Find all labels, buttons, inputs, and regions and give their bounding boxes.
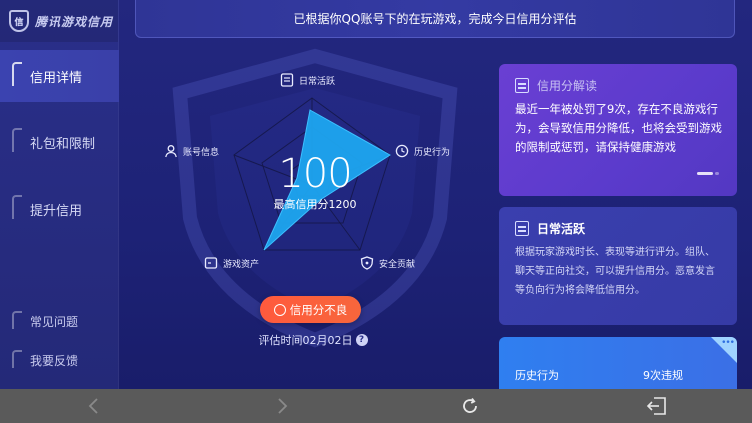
- sad-face-icon: [273, 303, 286, 316]
- bracket-icon: [12, 195, 22, 219]
- sidebar: 信 腾讯游戏信用 信用详情 礼包和限制 提升信用 常见问题 我要反馈: [0, 0, 119, 389]
- brand: 信 腾讯游戏信用: [0, 0, 118, 42]
- wallet-icon: [204, 257, 218, 269]
- sidebar-item-label: 信用详情: [30, 70, 83, 86]
- system-navigation-bar: [0, 389, 752, 423]
- sidebar-item-credit-details[interactable]: 信用详情: [0, 50, 119, 102]
- radar-label-daily-activity: 日常活跃: [280, 73, 335, 87]
- history-label: 历史行为: [515, 369, 559, 382]
- status-badge: 信用分不良: [260, 296, 361, 323]
- sidebar-item-label: 提升信用: [30, 203, 83, 219]
- carousel-dot-active: [697, 172, 713, 175]
- card-body: 根据玩家游戏时长、表现等进行评分。组队、聊天等正向社交，可以提升信用分。恶意发言…: [515, 247, 715, 296]
- sidebar-item-feedback[interactable]: 我要反馈: [0, 345, 119, 375]
- carousel-indicator: [697, 172, 719, 175]
- evaluation-time-text: 评估时间02月02日: [258, 334, 353, 347]
- bracket-icon: [12, 311, 22, 329]
- shield-icon: [360, 256, 374, 270]
- bracket-icon: [12, 350, 22, 368]
- exit-button[interactable]: [637, 389, 677, 423]
- radar-label-history: 历史行为: [395, 144, 450, 158]
- clock-icon: [395, 144, 409, 158]
- sidebar-item-faq[interactable]: 常见问题: [0, 306, 119, 336]
- forward-button[interactable]: [262, 389, 302, 423]
- app-window: 信 腾讯游戏信用 信用详情 礼包和限制 提升信用 常见问题 我要反馈 已根据你Q…: [0, 0, 752, 389]
- sidebar-item-improve-credit[interactable]: 提升信用: [0, 183, 119, 235]
- refresh-button[interactable]: [450, 389, 490, 423]
- credit-score-value: 100: [278, 151, 352, 197]
- brand-name: 腾讯游戏信用: [35, 14, 114, 29]
- back-button[interactable]: [74, 389, 114, 423]
- card-body: 最近一年被处罚了9次，存在不良游戏行为，会导致信用分降低，也将会受到游戏的限制或…: [515, 102, 722, 154]
- card-title: 信用分解读: [537, 79, 598, 93]
- credit-interpretation-card[interactable]: 信用分解读 最近一年被处罚了9次，存在不良游戏行为，会导致信用分降低，也将会受到…: [499, 64, 737, 196]
- card-title: 日常活跃: [537, 222, 586, 236]
- status-badge-label: 信用分不良: [289, 302, 348, 317]
- doc-icon: [515, 78, 529, 93]
- user-icon: [165, 145, 177, 158]
- help-icon[interactable]: ?: [355, 334, 368, 346]
- sidebar-item-gifts-limits[interactable]: 礼包和限制: [0, 116, 119, 168]
- doc-icon: [280, 73, 294, 87]
- exit-icon: [646, 397, 666, 415]
- back-arrow-icon: [88, 398, 98, 414]
- carousel-dot: [715, 172, 719, 175]
- doc-icon: [515, 221, 529, 236]
- evaluation-time: 评估时间02月02日 ?: [248, 332, 378, 348]
- banner-text: 已根据你QQ账号下的在玩游戏，完成今日信用分评估: [293, 12, 577, 26]
- credit-score-max: 最高信用分1200: [273, 198, 357, 211]
- radar-axis-label: 游戏资产: [223, 259, 260, 270]
- radar-label-account: 账号信息: [164, 144, 219, 158]
- history-value: 9次违规: [643, 369, 683, 382]
- sidebar-item-label: 常见问题: [30, 314, 79, 329]
- radar-axis-label: 日常活跃: [299, 76, 336, 87]
- assessment-banner: 已根据你QQ账号下的在玩游戏，完成今日信用分评估: [135, 0, 735, 38]
- brand-logo-icon: 信: [9, 10, 29, 32]
- daily-activity-card[interactable]: 日常活跃 根据玩家游戏时长、表现等进行评分。组队、聊天等正向社交，可以提升信用分…: [499, 207, 737, 325]
- radar-label-assets: 游戏资产: [204, 256, 259, 270]
- refresh-icon: [463, 397, 477, 413]
- sidebar-item-label: 礼包和限制: [30, 136, 96, 152]
- radar-axis-label: 安全贡献: [379, 259, 416, 270]
- radar-axis-label: 历史行为: [414, 147, 451, 158]
- radar-label-safety: 安全贡献: [360, 256, 415, 270]
- bracket-icon: [12, 62, 22, 86]
- sidebar-item-label: 我要反馈: [30, 353, 79, 368]
- radar-axis-label: 账号信息: [183, 147, 220, 158]
- history-behavior-card[interactable]: ••• 历史行为 9次违规: [499, 337, 737, 389]
- bracket-icon: [12, 128, 22, 152]
- forward-arrow-icon: [278, 398, 288, 414]
- more-icon[interactable]: •••: [721, 339, 735, 348]
